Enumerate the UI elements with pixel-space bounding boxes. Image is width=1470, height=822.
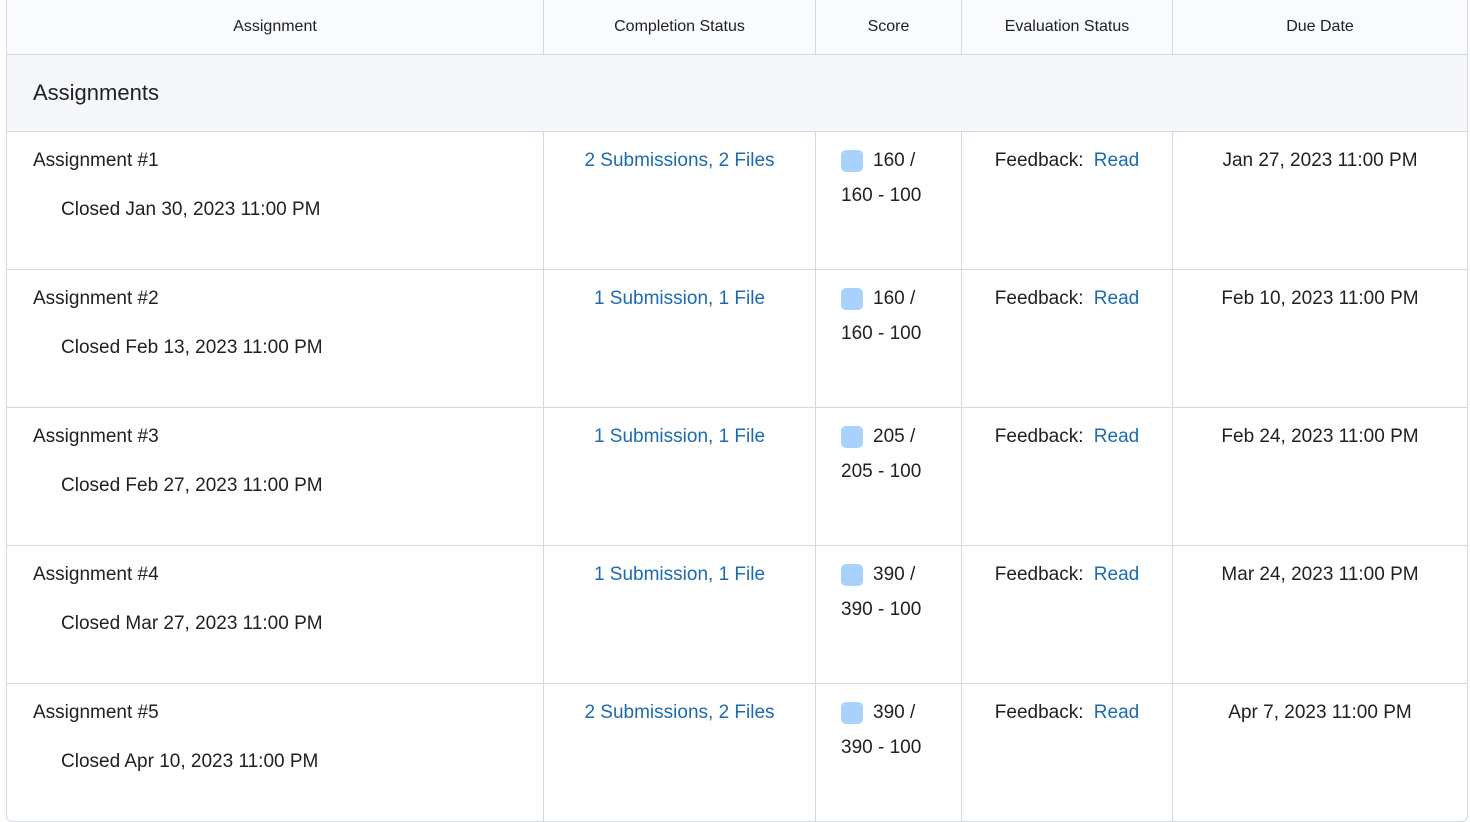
- submissions-link[interactable]: 1 Submission, 1 File: [594, 288, 765, 309]
- evaluation-status-cell: Feedback: Read: [962, 684, 1173, 822]
- evaluation-status-cell: Feedback: Read: [962, 546, 1173, 684]
- due-date-cell: Jan 27, 2023 11:00 PM: [1173, 132, 1468, 270]
- table-row: Assignment #3 Closed Feb 27, 2023 11:00 …: [6, 408, 1468, 546]
- due-date-cell: Mar 24, 2023 11:00 PM: [1173, 546, 1468, 684]
- assignment-name: Assignment #3: [33, 426, 159, 447]
- score-value: 390 /: [873, 564, 916, 585]
- column-header-completion-status: Completion Status: [544, 0, 816, 55]
- completion-status-cell: 2 Submissions, 2 Files: [544, 132, 816, 270]
- score-cell: 390 / 390 - 100: [816, 546, 962, 684]
- assignment-cell: Assignment #3 Closed Feb 27, 2023 11:00 …: [6, 408, 544, 546]
- table-row: Assignment #1 Closed Jan 30, 2023 11:00 …: [6, 132, 1468, 270]
- completion-status-cell: 1 Submission, 1 File: [544, 408, 816, 546]
- feedback-read-link[interactable]: Read: [1094, 288, 1139, 309]
- section-title: Assignments: [6, 55, 1468, 132]
- score-cell: 160 / 160 - 100: [816, 132, 962, 270]
- feedback-label: Feedback:: [994, 150, 1084, 171]
- evaluation-status-cell: Feedback: Read: [962, 270, 1173, 408]
- score-indicator-icon: [841, 564, 863, 586]
- score-value: 205 /: [873, 426, 916, 447]
- due-date-cell: Feb 10, 2023 11:00 PM: [1173, 270, 1468, 408]
- feedback-label: Feedback:: [994, 426, 1084, 447]
- score-indicator-icon: [841, 150, 863, 172]
- assignment-name: Assignment #4: [33, 564, 159, 585]
- assignment-cell: Assignment #5 Closed Apr 10, 2023 11:00 …: [6, 684, 544, 822]
- score-detail: 160 - 100: [841, 185, 922, 206]
- assignment-closed-date: Closed Apr 10, 2023 11:00 PM: [61, 751, 319, 772]
- completion-status-cell: 2 Submissions, 2 Files: [544, 684, 816, 822]
- assignment-name: Assignment #1: [33, 150, 159, 171]
- grades-table-container: Assignment Completion Status Score Evalu…: [6, 0, 1468, 822]
- table-header: Assignment Completion Status Score Evalu…: [6, 0, 1468, 55]
- assignment-cell: Assignment #2 Closed Feb 13, 2023 11:00 …: [6, 270, 544, 408]
- grades-table: Assignment Completion Status Score Evalu…: [6, 0, 1468, 822]
- evaluation-status-cell: Feedback: Read: [962, 132, 1173, 270]
- score-value: 390 /: [873, 702, 916, 723]
- submissions-link[interactable]: 1 Submission, 1 File: [594, 564, 765, 585]
- score-value: 160 /: [873, 150, 916, 171]
- due-date-cell: Feb 24, 2023 11:00 PM: [1173, 408, 1468, 546]
- score-cell: 160 / 160 - 100: [816, 270, 962, 408]
- feedback-label: Feedback:: [994, 564, 1084, 585]
- feedback-label: Feedback:: [994, 288, 1084, 309]
- submissions-link[interactable]: 1 Submission, 1 File: [594, 426, 765, 447]
- column-header-assignment: Assignment: [6, 0, 544, 55]
- table-row: Assignment #5 Closed Apr 10, 2023 11:00 …: [6, 684, 1468, 822]
- submissions-link[interactable]: 2 Submissions, 2 Files: [584, 150, 774, 171]
- column-header-due-date: Due Date: [1173, 0, 1468, 55]
- score-indicator-icon: [841, 288, 863, 310]
- table-row: Assignment #4 Closed Mar 27, 2023 11:00 …: [6, 546, 1468, 684]
- score-detail: 390 - 100: [841, 737, 922, 758]
- feedback-label: Feedback:: [994, 702, 1084, 723]
- score-detail: 205 - 100: [841, 461, 922, 482]
- feedback-read-link[interactable]: Read: [1094, 426, 1139, 447]
- due-date-cell: Apr 7, 2023 11:00 PM: [1173, 684, 1468, 822]
- evaluation-status-cell: Feedback: Read: [962, 408, 1173, 546]
- score-detail: 390 - 100: [841, 599, 922, 620]
- score-detail: 160 - 100: [841, 323, 922, 344]
- assignment-name: Assignment #2: [33, 288, 159, 309]
- assignment-closed-date: Closed Feb 13, 2023 11:00 PM: [61, 337, 323, 358]
- assignment-cell: Assignment #4 Closed Mar 27, 2023 11:00 …: [6, 546, 544, 684]
- submissions-link[interactable]: 2 Submissions, 2 Files: [584, 702, 774, 723]
- assignment-cell: Assignment #1 Closed Jan 30, 2023 11:00 …: [6, 132, 544, 270]
- score-cell: 390 / 390 - 100: [816, 684, 962, 822]
- assignment-closed-date: Closed Jan 30, 2023 11:00 PM: [61, 199, 321, 220]
- completion-status-cell: 1 Submission, 1 File: [544, 270, 816, 408]
- score-value: 160 /: [873, 288, 916, 309]
- column-header-evaluation-status: Evaluation Status: [962, 0, 1173, 55]
- section-header-row: Assignments: [6, 55, 1468, 132]
- column-header-score: Score: [816, 0, 962, 55]
- score-cell: 205 / 205 - 100: [816, 408, 962, 546]
- assignment-closed-date: Closed Feb 27, 2023 11:00 PM: [61, 475, 323, 496]
- table-row: Assignment #2 Closed Feb 13, 2023 11:00 …: [6, 270, 1468, 408]
- score-indicator-icon: [841, 702, 863, 724]
- assignment-name: Assignment #5: [33, 702, 159, 723]
- score-indicator-icon: [841, 426, 863, 448]
- feedback-read-link[interactable]: Read: [1094, 564, 1139, 585]
- feedback-read-link[interactable]: Read: [1094, 702, 1139, 723]
- feedback-read-link[interactable]: Read: [1094, 150, 1139, 171]
- assignment-closed-date: Closed Mar 27, 2023 11:00 PM: [61, 613, 323, 634]
- completion-status-cell: 1 Submission, 1 File: [544, 546, 816, 684]
